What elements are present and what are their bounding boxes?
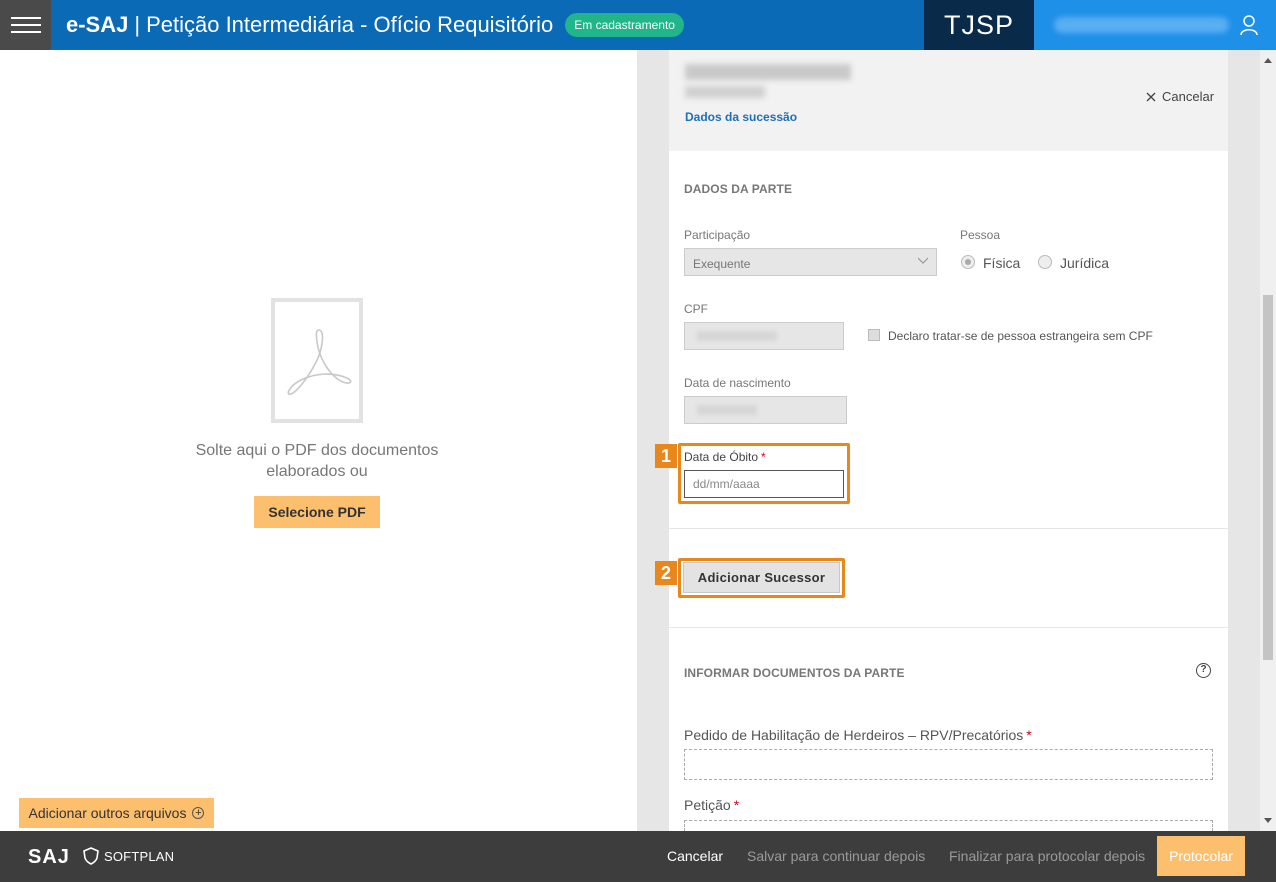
add-files-label: Adicionar outros arquivos [28, 805, 187, 821]
step-marker-1: 1 [655, 444, 677, 468]
add-successor-button[interactable]: Adicionar Sucessor [683, 562, 840, 593]
required-asterisk: * [761, 450, 766, 464]
softplan-logo: SOFTPLAN [82, 847, 174, 865]
cpf-field[interactable] [684, 322, 844, 350]
softplan-text: SOFTPLAN [104, 848, 175, 864]
party-documents-section: INFORMAR DOCUMENTOS DA PARTE ? Pedido de… [669, 628, 1228, 831]
petition-label: Petição * [684, 797, 739, 813]
required-asterisk: * [1026, 727, 1032, 743]
documents-section-title: INFORMAR DOCUMENTOS DA PARTE [684, 666, 905, 680]
petition-label-text: Petição [684, 797, 731, 813]
pessoa-juridica-radio[interactable] [1038, 255, 1052, 269]
pessoa-fisica-radio[interactable] [961, 255, 975, 269]
close-icon [1146, 92, 1156, 101]
select-pdf-button[interactable]: Selecione PDF [254, 496, 380, 528]
birth-date-field[interactable] [684, 396, 847, 424]
participacao-select[interactable]: Exequente [684, 248, 937, 276]
footer-bar: SAJ SOFTPLAN Cancelar Salvar para contin… [0, 831, 1276, 882]
heirs-habilitation-label: Pedido de Habilitação de Herdeiros – RPV… [684, 727, 1032, 743]
title-separator: | [134, 12, 141, 37]
death-date-input[interactable]: dd/mm/aaaa [684, 470, 844, 498]
saj-logo: SAJ [28, 846, 70, 868]
cancel-succession-button[interactable]: Cancelar [1146, 89, 1214, 104]
petition-dropzone[interactable] [684, 820, 1213, 831]
birth-date-label: Data de nascimento [684, 376, 791, 390]
cancel-label: Cancelar [1162, 89, 1215, 104]
user-area[interactable] [1034, 0, 1276, 50]
cpf-redacted [697, 331, 777, 341]
softplan-shield-icon [83, 847, 99, 865]
protocol-button[interactable]: Protocolar [1157, 836, 1245, 876]
footer-cancel-button[interactable]: Cancelar [667, 848, 723, 864]
death-date-label-text: Data de Óbito [684, 450, 759, 464]
party-name-redacted [685, 64, 851, 80]
hamburger-menu-icon[interactable] [0, 0, 51, 50]
pessoa-label: Pessoa [960, 228, 1001, 242]
brand-name: e-SAJ [66, 12, 129, 37]
save-continue-later-button[interactable]: Salvar para continuar depois [747, 848, 925, 864]
finalize-later-button[interactable]: Finalizar para protocolar depois [949, 848, 1145, 864]
top-bar: e-SAJ | Petição Intermediária - Ofício R… [0, 0, 1276, 50]
status-badge: Em cadastramento [565, 13, 684, 37]
required-asterisk: * [733, 797, 740, 813]
participacao-value: Exequente [693, 257, 751, 271]
succession-header: Dados da sucessão Cancelar [669, 50, 1228, 151]
add-other-files-button[interactable]: Adicionar outros arquivos + [19, 798, 214, 828]
party-info-redacted [685, 86, 765, 98]
participacao-label: Participação [684, 228, 751, 242]
page-title: Petição Intermediária - Ofício Requisitó… [146, 12, 554, 37]
foreign-person-label: Declaro tratar-se de pessoa estrangeira … [888, 329, 1153, 343]
pdf-document-icon [271, 298, 363, 423]
app-title: e-SAJ | Petição Intermediária - Ofício R… [66, 0, 684, 50]
scroll-down-arrow-icon[interactable] [1264, 818, 1272, 823]
plus-circle-icon: + [192, 807, 205, 819]
drop-instructions: Solte aqui o PDF dos documentos elaborad… [195, 442, 439, 480]
death-date-placeholder: dd/mm/aaaa [693, 477, 760, 491]
pessoa-fisica-label: Física [983, 255, 1021, 271]
succession-data-link[interactable]: Dados da sucessão [685, 110, 797, 124]
help-icon[interactable]: ? [1196, 663, 1211, 678]
foreign-person-checkbox[interactable] [868, 329, 880, 341]
chevron-down-icon [918, 257, 928, 264]
heirs-habilitation-label-text: Pedido de Habilitação de Herdeiros – RPV… [684, 727, 1024, 743]
birth-date-redacted [697, 405, 757, 415]
scrollbar-thumb[interactable] [1263, 295, 1273, 660]
step-marker-2: 2 [655, 561, 677, 585]
cpf-label: CPF [684, 302, 708, 316]
user-icon[interactable] [1239, 14, 1259, 36]
death-date-label: Data de Óbito * [684, 450, 766, 464]
pdf-drop-area[interactable]: Solte aqui o PDF dos documentos elaborad… [0, 50, 637, 831]
vertical-scrollbar[interactable] [1260, 50, 1276, 831]
scroll-up-arrow-icon[interactable] [1264, 58, 1272, 63]
heirs-habilitation-dropzone[interactable] [684, 749, 1213, 780]
user-name-redacted [1054, 17, 1229, 33]
court-logo: TJSP [924, 0, 1034, 50]
section-title: DADOS DA PARTE [684, 182, 793, 196]
pessoa-juridica-label: Jurídica [1060, 255, 1110, 271]
